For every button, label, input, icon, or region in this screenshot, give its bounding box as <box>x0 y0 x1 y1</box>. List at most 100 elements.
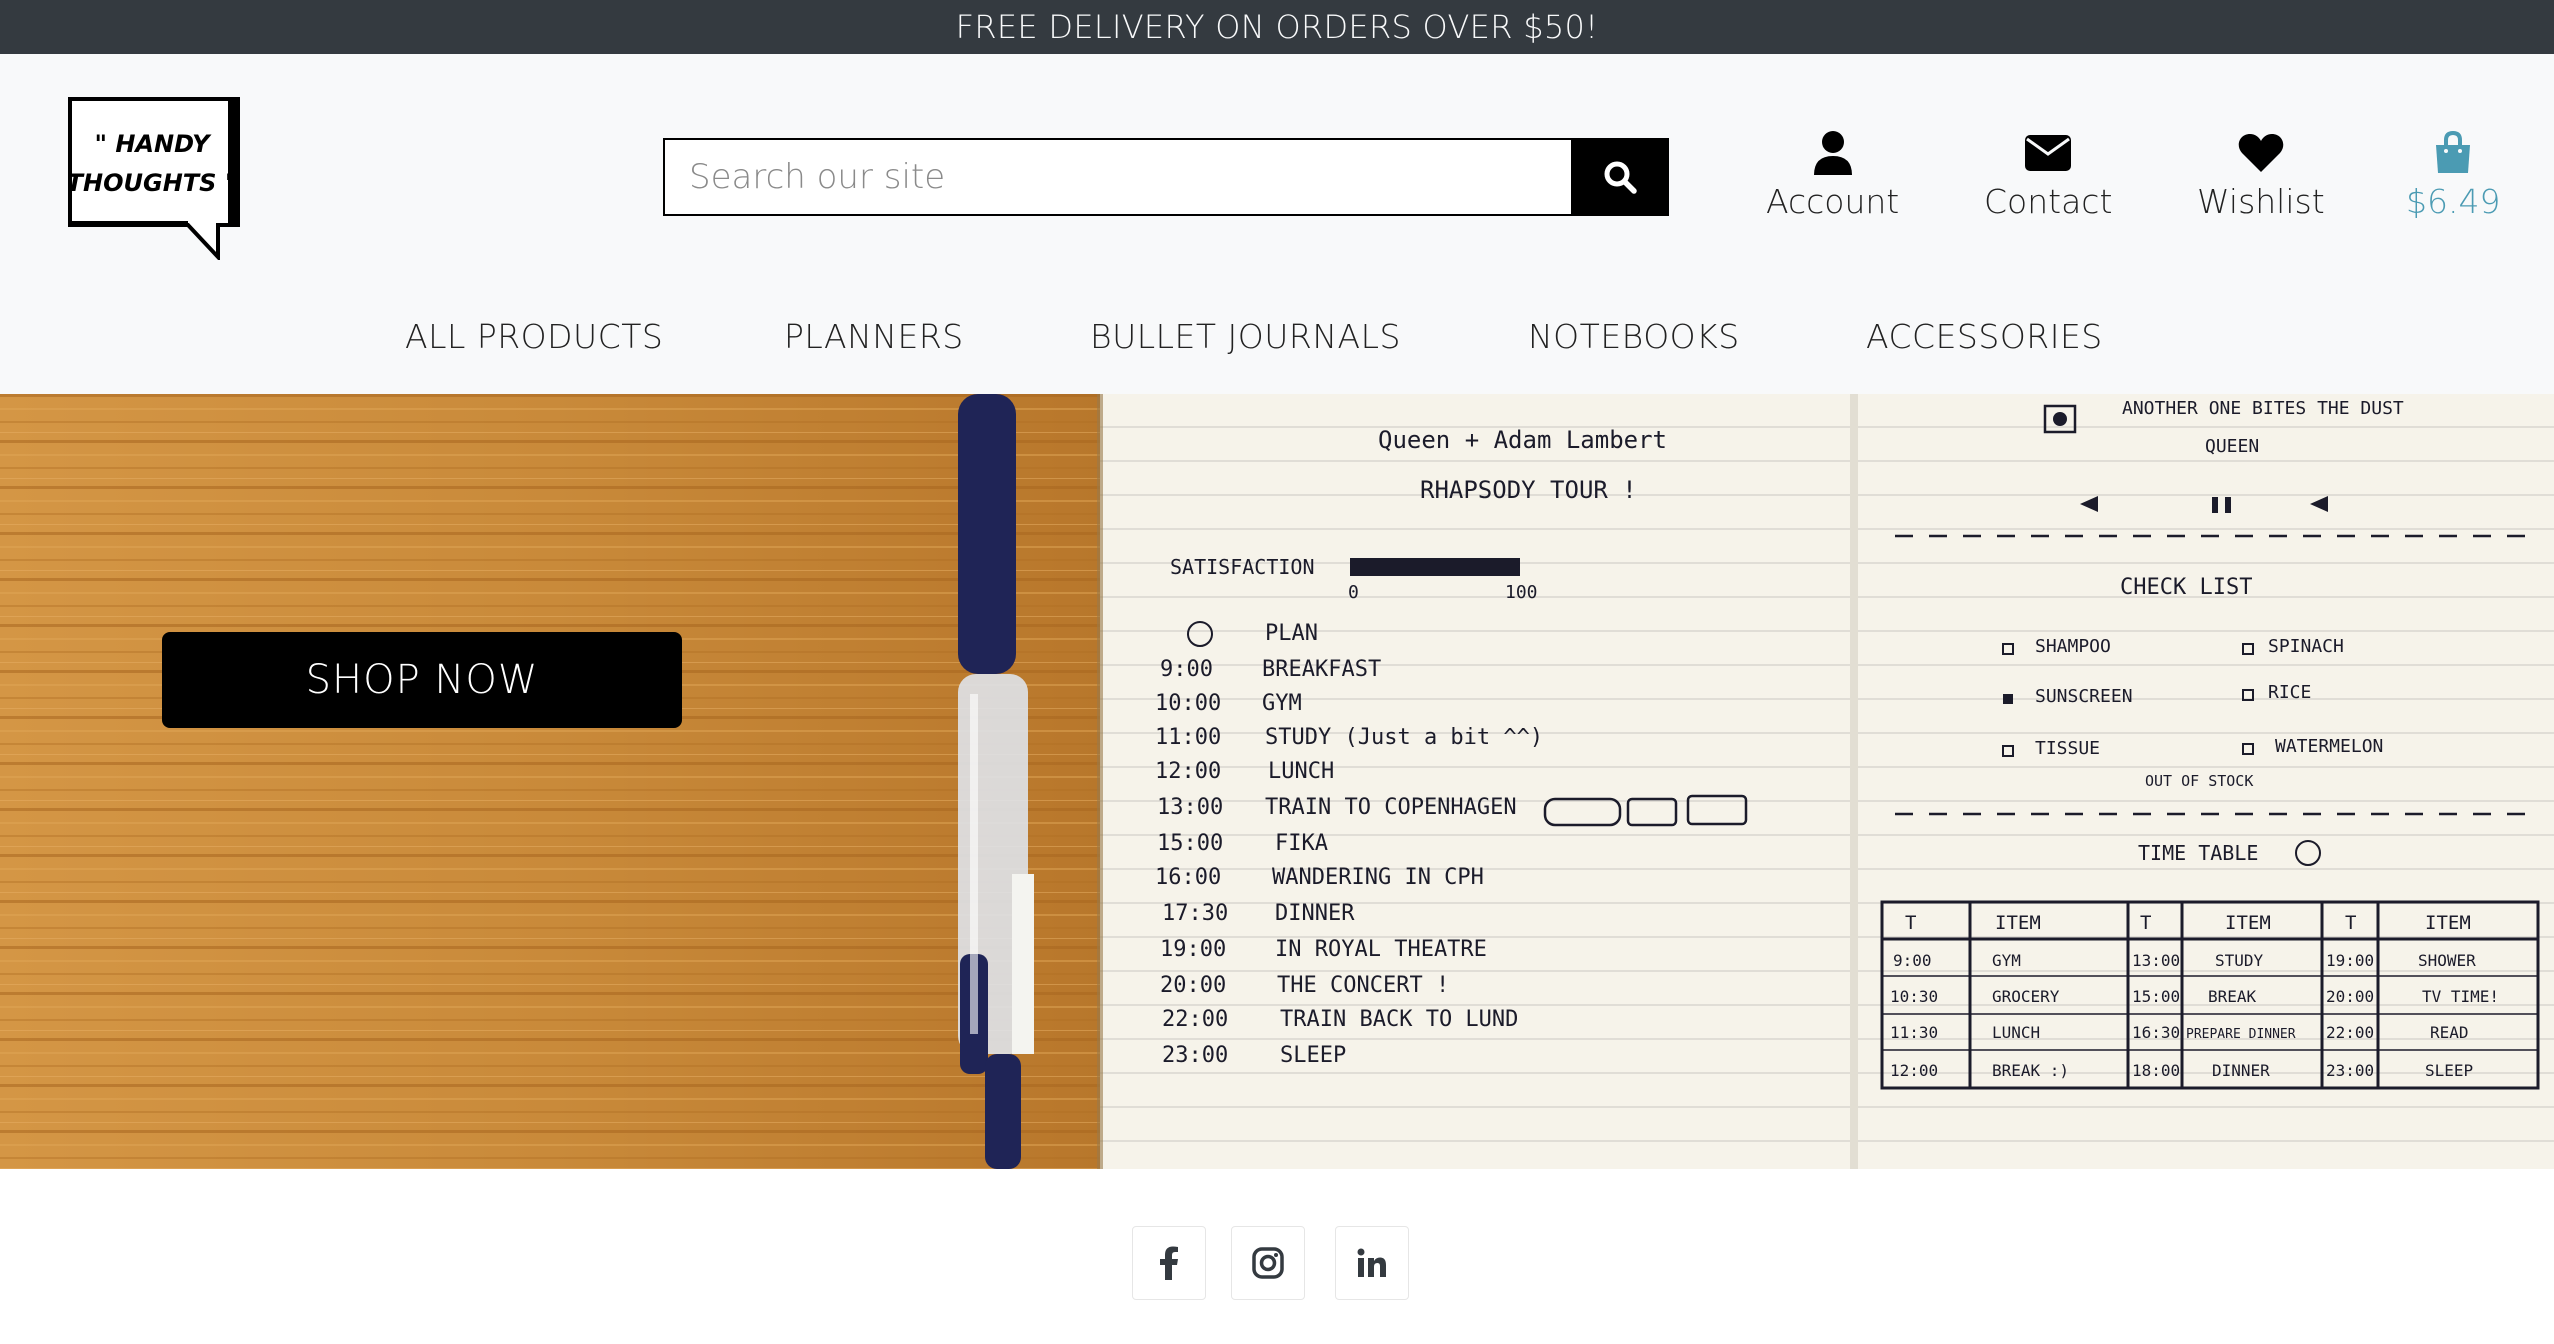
timetable-cell: STUDY <box>2215 951 2264 970</box>
contact-label: Contact <box>1984 182 2113 221</box>
timetable-cell: GROCERY <box>1992 987 2060 1006</box>
wishlist-link[interactable]: Wishlist <box>2197 130 2325 221</box>
timetable-cell: 13:00 <box>2132 951 2180 970</box>
timetable-head: T <box>2140 912 2151 934</box>
timetable-cell: PREPARE DINNER <box>2186 1027 2296 1042</box>
envelope-icon <box>2025 135 2072 171</box>
song-artist: QUEEN <box>2205 436 2259 457</box>
account-label: Account <box>1766 182 1900 221</box>
schedule-time: 17:30 <box>1162 901 1228 926</box>
schedule-item: LUNCH <box>1268 759 1334 784</box>
hero-image: Queen + Adam Lambert RHAPSODY TOUR ! SAT… <box>0 394 2554 1169</box>
schedule-time: 23:00 <box>1162 1043 1228 1068</box>
schedule-time: 15:00 <box>1157 831 1223 856</box>
account-link[interactable]: Account <box>1766 130 1899 221</box>
heart-icon <box>2238 134 2284 172</box>
announcement-text: FREE DELIVERY ON ORDERS OVER $50! <box>955 8 1599 46</box>
shopping-bag-icon <box>2436 131 2471 173</box>
checklist-item: RICE <box>2268 682 2311 703</box>
timetable-cell: 16:30 <box>2132 1023 2180 1042</box>
facebook-link[interactable] <box>1132 1226 1206 1300</box>
announcement-bar: FREE DELIVERY ON ORDERS OVER $50! <box>0 0 2554 54</box>
footer <box>0 1169 2554 1344</box>
schedule-item: DINNER <box>1275 901 1355 926</box>
instagram-icon <box>1252 1247 1284 1279</box>
timetable-cell: SHOWER <box>2418 951 2476 970</box>
search-icon <box>1604 161 1637 194</box>
contact-link[interactable]: Contact <box>1984 130 2112 221</box>
schedule-time: 9:00 <box>1160 657 1213 682</box>
timetable-cell: 18:00 <box>2132 1061 2180 1080</box>
schedule-item: STUDY (Just a bit ^^) <box>1265 725 1543 750</box>
site-logo[interactable]: " HANDY THOUGHTS " <box>68 97 240 260</box>
linkedin-icon <box>1357 1248 1386 1277</box>
song-title: ANOTHER ONE BITES THE DUST <box>2122 398 2404 419</box>
schedule-time: 11:00 <box>1155 725 1221 750</box>
checklist-item: SPINACH <box>2268 636 2344 657</box>
schedule-item: BREAKFAST <box>1262 657 1381 682</box>
linkedin-link[interactable] <box>1335 1226 1409 1300</box>
timetable-head: T <box>2345 912 2356 934</box>
wishlist-label: Wishlist <box>2197 182 2325 221</box>
timetable-cell: SLEEP <box>2425 1061 2473 1080</box>
search-bar <box>663 138 1669 216</box>
satisfaction-min: 0 <box>1348 582 1359 603</box>
timetable-head: ITEM <box>2225 912 2271 934</box>
schedule-item: WANDERING IN CPH <box>1272 865 1484 890</box>
timetable-cell: GYM <box>1992 951 2021 970</box>
timetable-cell: LUNCH <box>1992 1023 2040 1042</box>
timetable-title: TIME TABLE <box>2138 841 2258 865</box>
facebook-icon <box>1160 1246 1178 1280</box>
schedule-time: 12:00 <box>1155 759 1221 784</box>
schedule-item: PLAN <box>1265 621 1318 646</box>
schedule-item: IN ROYAL THEATRE <box>1275 937 1487 962</box>
timetable-cell: 23:00 <box>2326 1061 2374 1080</box>
schedule-time: 22:00 <box>1162 1007 1228 1032</box>
satisfaction-label: SATISFACTION <box>1170 555 1315 579</box>
schedule-item: FIKA <box>1275 831 1328 856</box>
schedule-item: TRAIN BACK TO LUND <box>1280 1007 1518 1032</box>
hero-banner: Queen + Adam Lambert RHAPSODY TOUR ! SAT… <box>0 394 2554 1169</box>
menu-item-planners[interactable]: PLANNERS <box>784 317 964 356</box>
search-button[interactable] <box>1571 138 1669 216</box>
schedule-item: SLEEP <box>1280 1043 1346 1068</box>
user-icon <box>1813 131 1852 175</box>
schedule-item: TRAIN TO COPENHAGEN <box>1265 795 1517 820</box>
checklist-item: SHAMPOO <box>2035 636 2111 657</box>
timetable-cell: 12:00 <box>1890 1061 1938 1080</box>
logo-text-line1: " HANDY <box>94 130 212 158</box>
shop-now-button[interactable]: SHOP NOW <box>162 632 682 728</box>
timetable-cell: 15:00 <box>2132 987 2180 1006</box>
schedule-time: 20:00 <box>1160 973 1226 998</box>
timetable-cell: 22:00 <box>2326 1023 2374 1042</box>
checklist-title: CHECK LIST <box>2120 575 2252 600</box>
timetable-head: T <box>1905 912 1916 934</box>
schedule-time: 13:00 <box>1157 795 1223 820</box>
logo-text-line2: THOUGHTS " <box>68 169 237 197</box>
menu-item-notebooks[interactable]: NOTEBOOKS <box>1528 317 1740 356</box>
menu-item-bullet-journals[interactable]: BULLET JOURNALS <box>1090 317 1401 356</box>
cart-link[interactable]: $6.49 <box>2406 130 2500 221</box>
checklist-item: TISSUE <box>2035 738 2100 759</box>
journal-title-2: RHAPSODY TOUR ! <box>1420 476 1637 504</box>
timetable-cell: READ <box>2430 1023 2469 1042</box>
menu-item-all-products[interactable]: ALL PRODUCTS <box>405 317 663 356</box>
timetable-cell: BREAK :) <box>1992 1061 2069 1080</box>
instagram-link[interactable] <box>1231 1226 1305 1300</box>
search-input[interactable] <box>663 138 1571 216</box>
timetable-cell: 11:30 <box>1890 1023 1938 1042</box>
timetable-cell: DINNER <box>2212 1061 2270 1080</box>
timetable-head: ITEM <box>1995 912 2041 934</box>
schedule-item: THE CONCERT ! <box>1277 973 1449 998</box>
journal-title-1: Queen + Adam Lambert <box>1378 426 1667 454</box>
site-header: " HANDY THOUGHTS " Account Con <box>0 54 2554 394</box>
schedule-item: GYM <box>1262 691 1302 716</box>
timetable-cell: 9:00 <box>1893 951 1932 970</box>
menu-item-accessories[interactable]: ACCESSORIES <box>1866 317 2103 356</box>
timetable-cell: 20:00 <box>2326 987 2374 1006</box>
satisfaction-max: 100 <box>1505 582 1538 603</box>
timetable-cell: 10:30 <box>1890 987 1938 1006</box>
timetable-cell: BREAK <box>2208 987 2257 1006</box>
schedule-time: 16:00 <box>1155 865 1221 890</box>
timetable-head: ITEM <box>2425 912 2471 934</box>
